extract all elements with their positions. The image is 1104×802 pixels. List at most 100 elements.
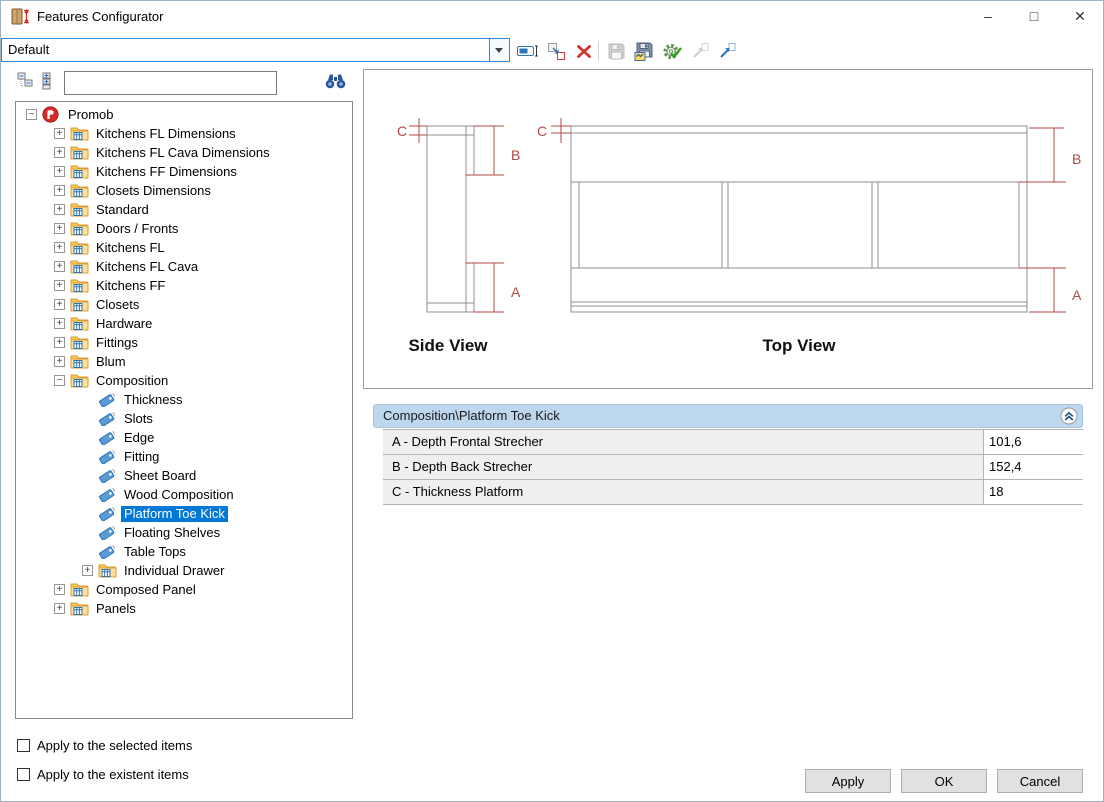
expand-node-icon[interactable]: +: [54, 261, 65, 272]
tree-item-label[interactable]: Kitchens FL: [93, 240, 168, 256]
tree-item[interactable]: + Kitchens FF: [16, 276, 352, 295]
close-button[interactable]: ✕: [1057, 1, 1103, 33]
collapse-node-icon[interactable]: −: [26, 109, 37, 120]
tree-item[interactable]: + Fittings: [16, 333, 352, 352]
tree-item-label[interactable]: Kitchens FL Cava: [93, 259, 201, 275]
export-arrow-icon[interactable]: [688, 40, 712, 62]
tree-item[interactable]: Fitting: [16, 447, 352, 466]
binoculars-icon[interactable]: [325, 73, 346, 91]
tree-item-label[interactable]: Wood Composition: [121, 487, 237, 503]
tree-item-label[interactable]: Sheet Board: [121, 468, 199, 484]
tree-item-label[interactable]: Closets: [93, 297, 142, 313]
tree-item[interactable]: Table Tops: [16, 542, 352, 561]
expand-node-icon[interactable]: +: [54, 128, 65, 139]
tree-indent: [22, 532, 82, 533]
combobox-dropdown-arrow-icon[interactable]: [489, 39, 509, 61]
expand-node-icon[interactable]: +: [54, 223, 65, 234]
property-value-input[interactable]: 152,4: [983, 455, 1083, 479]
tree-item[interactable]: + Kitchens FL Cava Dimensions: [16, 143, 352, 162]
copy-preset-icon[interactable]: [544, 40, 568, 62]
expand-node-icon[interactable]: +: [54, 185, 65, 196]
tree-item-label[interactable]: Kitchens FF: [93, 278, 168, 294]
expand-node-icon[interactable]: +: [54, 584, 65, 595]
tree-item-label[interactable]: Standard: [93, 202, 152, 218]
tree-item[interactable]: Thickness: [16, 390, 352, 409]
ok-button[interactable]: OK: [901, 769, 987, 793]
collapse-all-icon[interactable]: [17, 72, 35, 90]
tree-item[interactable]: + Kitchens FL: [16, 238, 352, 257]
tree-item-label[interactable]: Composed Panel: [93, 582, 199, 598]
chevron-up-circle-icon[interactable]: [1060, 407, 1078, 425]
tree-item-label[interactable]: Floating Shelves: [121, 525, 223, 541]
tree-item[interactable]: Edge: [16, 428, 352, 447]
folder-icon: [70, 315, 89, 332]
tree-item[interactable]: + Composed Panel: [16, 580, 352, 599]
save-icon[interactable]: [604, 40, 628, 62]
save-library-icon[interactable]: [632, 40, 656, 62]
tree-item[interactable]: Slots: [16, 409, 352, 428]
tree-item[interactable]: + Kitchens FF Dimensions: [16, 162, 352, 181]
tree-item-label[interactable]: Kitchens FL Dimensions: [93, 126, 239, 142]
delete-preset-icon[interactable]: [572, 40, 596, 62]
tree-item-label[interactable]: Doors / Fronts: [93, 221, 181, 237]
search-input[interactable]: [64, 71, 277, 95]
cancel-button[interactable]: Cancel: [997, 769, 1083, 793]
expand-node-icon[interactable]: +: [54, 242, 65, 253]
tree-item[interactable]: + Doors / Fronts: [16, 219, 352, 238]
checkbox[interactable]: [17, 739, 30, 752]
tree-item[interactable]: + Standard: [16, 200, 352, 219]
tree-item[interactable]: Wood Composition: [16, 485, 352, 504]
tree-item[interactable]: Floating Shelves: [16, 523, 352, 542]
expand-node-icon[interactable]: +: [54, 299, 65, 310]
tree-item[interactable]: + Panels: [16, 599, 352, 618]
tree-item-label[interactable]: Hardware: [93, 316, 155, 332]
tree-item-label[interactable]: Platform Toe Kick: [121, 506, 228, 522]
tree-item-label[interactable]: Fittings: [93, 335, 141, 351]
expand-node-icon[interactable]: +: [54, 603, 65, 614]
tree-item[interactable]: − Composition: [16, 371, 352, 390]
tree-item-label[interactable]: Panels: [93, 601, 139, 617]
tree-item-label[interactable]: Promob: [65, 107, 117, 123]
tree-item-label[interactable]: Slots: [121, 411, 156, 427]
tree-item-label[interactable]: Closets Dimensions: [93, 183, 214, 199]
tree-item-label[interactable]: Kitchens FL Cava Dimensions: [93, 145, 273, 161]
tree-item[interactable]: + Blum: [16, 352, 352, 371]
tree-item[interactable]: + Closets Dimensions: [16, 181, 352, 200]
minimize-button[interactable]: –: [965, 1, 1011, 33]
tree-item[interactable]: + Individual Drawer: [16, 561, 352, 580]
expand-node-icon[interactable]: +: [54, 337, 65, 348]
maximize-button[interactable]: □: [1011, 1, 1057, 33]
tree-item[interactable]: + Closets: [16, 295, 352, 314]
tree-item[interactable]: + Hardware: [16, 314, 352, 333]
tree-item-label[interactable]: Thickness: [121, 392, 186, 408]
collapse-node-icon[interactable]: −: [54, 375, 65, 386]
expand-node-icon[interactable]: +: [82, 565, 93, 576]
expand-node-icon[interactable]: +: [54, 280, 65, 291]
tree-item[interactable]: Platform Toe Kick: [16, 504, 352, 523]
tree-item[interactable]: + Kitchens FL Cava: [16, 257, 352, 276]
expand-node-icon[interactable]: +: [54, 204, 65, 215]
tree-item[interactable]: Sheet Board: [16, 466, 352, 485]
checkbox[interactable]: [17, 768, 30, 781]
import-arrow-icon[interactable]: [715, 40, 739, 62]
tree-item[interactable]: + Kitchens FL Dimensions: [16, 124, 352, 143]
tree-item-label[interactable]: Table Tops: [121, 544, 189, 560]
apply-button[interactable]: Apply: [805, 769, 891, 793]
tree-item-label[interactable]: Edge: [121, 430, 157, 446]
expand-node-icon[interactable]: +: [54, 166, 65, 177]
rename-preset-icon[interactable]: [516, 40, 540, 62]
expand-node-icon[interactable]: +: [54, 318, 65, 329]
tree-item[interactable]: − Promob: [16, 105, 352, 124]
tree-item-label[interactable]: Composition: [93, 373, 171, 389]
expand-node-icon[interactable]: +: [54, 147, 65, 158]
tree-item-label[interactable]: Fitting: [121, 449, 162, 465]
expand-node-icon[interactable]: +: [54, 356, 65, 367]
tree-item-label[interactable]: Individual Drawer: [121, 563, 227, 579]
property-value-input[interactable]: 101,6: [983, 430, 1083, 454]
tree-item-label[interactable]: Kitchens FF Dimensions: [93, 164, 240, 180]
apply-settings-gear-icon[interactable]: [660, 40, 684, 62]
property-value-input[interactable]: 18: [983, 480, 1083, 504]
preset-combobox[interactable]: Default: [1, 38, 510, 62]
expand-all-icon[interactable]: [38, 72, 56, 90]
tree-item-label[interactable]: Blum: [93, 354, 129, 370]
